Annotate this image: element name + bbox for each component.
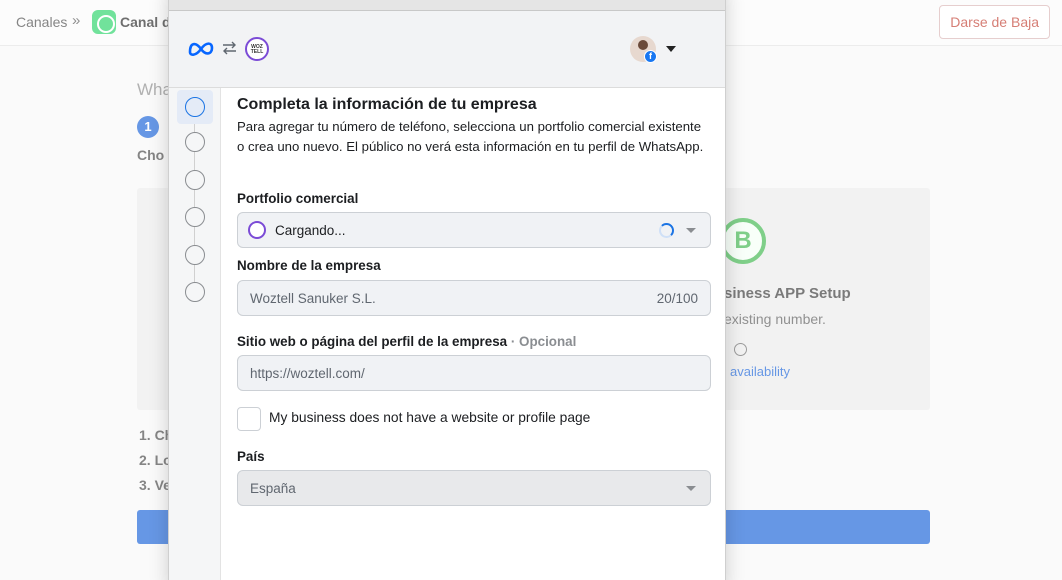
step-5 <box>185 245 205 265</box>
portfolio-label: Portfolio comercial <box>237 191 359 206</box>
dialog-header: f <box>169 11 725 88</box>
loading-spinner-icon <box>659 223 674 238</box>
woztell-logo-icon <box>248 221 266 239</box>
facebook-badge-icon: f <box>644 50 657 63</box>
website-input[interactable]: https://woztell.com/ <box>237 355 711 391</box>
country-select[interactable]: España <box>237 470 711 506</box>
swap-arrows-icon <box>223 41 236 55</box>
company-name-label: Nombre de la empresa <box>237 258 381 273</box>
website-placeholder: https://woztell.com/ <box>250 366 365 381</box>
chevron-down-icon <box>686 486 696 491</box>
woztell-logo-icon <box>245 37 269 61</box>
no-website-checkbox-label[interactable]: My business does not have a website or p… <box>269 410 590 425</box>
country-label: País <box>237 449 265 464</box>
step-6 <box>185 282 205 302</box>
character-counter: 20/100 <box>656 291 698 306</box>
dialog-title: Completa la información de tu empresa <box>237 96 537 113</box>
portfolio-select[interactable]: Cargando... <box>237 212 711 248</box>
avatar[interactable]: f <box>630 36 657 63</box>
step-2 <box>185 132 205 152</box>
portfolio-value: Cargando... <box>275 223 346 238</box>
business-info-dialog: f Completa la información de tu empresa … <box>168 0 726 580</box>
dialog-description: Para agregar tu número de teléfono, sele… <box>237 119 704 154</box>
chevron-down-icon <box>686 228 696 233</box>
optional-tag: · Opcional <box>507 334 577 349</box>
step-3 <box>185 170 205 190</box>
company-name-value: Woztell Sanuker S.L. <box>250 291 376 306</box>
step-circle-active <box>185 97 205 117</box>
meta-logo-icon <box>188 42 214 56</box>
no-website-checkbox[interactable] <box>237 407 261 431</box>
website-label: Sitio web o página del perfil de la empr… <box>237 334 576 349</box>
website-label-text: Sitio web o página del perfil de la empr… <box>237 334 508 349</box>
step-4 <box>185 207 205 227</box>
progress-stepper <box>169 88 221 580</box>
company-name-input[interactable]: Woztell Sanuker S.L. 20/100 <box>237 280 711 316</box>
account-menu-caret-icon[interactable] <box>666 46 676 52</box>
popup-url-bar <box>169 0 725 11</box>
step-1 <box>177 90 213 124</box>
country-value: España <box>250 481 296 496</box>
